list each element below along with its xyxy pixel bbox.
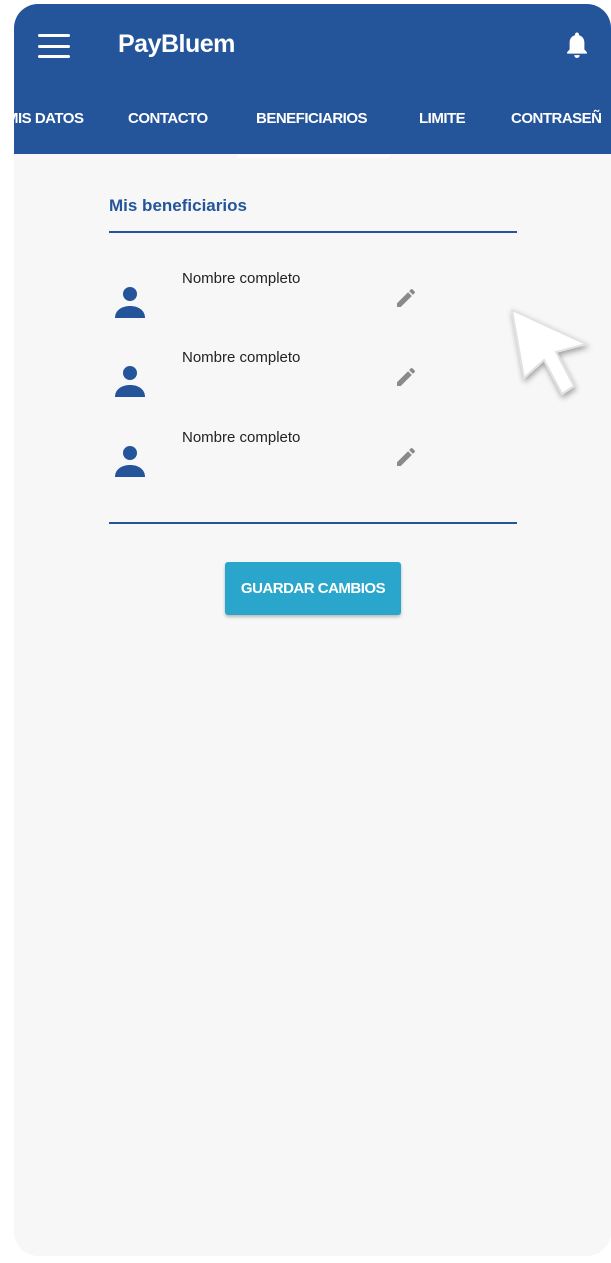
tab-beneficiarios[interactable]: BENEFICIARIOS [256,110,368,127]
beneficiary-row: Nombre completo [109,270,529,330]
tab-contrasena[interactable]: CONTRASEÑ [511,110,602,127]
pencil-icon[interactable] [394,286,418,310]
pointer-cursor [510,308,589,396]
section-title: Mis beneficiarios [109,196,247,215]
person-icon [115,446,145,477]
bell-icon[interactable] [562,30,592,62]
app-title: PayBluem [118,30,235,58]
person-icon [115,366,145,397]
beneficiary-row: Nombre completo [109,429,529,489]
app-screen: PayBluem MIS DATOS CONTACTO BENEFICIARIO… [14,4,611,1256]
tab-contacto[interactable]: CONTACTO [128,110,208,127]
person-icon [115,287,145,318]
pencil-icon[interactable] [394,445,418,469]
tab-limite[interactable]: LIMITE [419,110,466,127]
tab-bar: MIS DATOS CONTACTO BENEFICIARIOS LIMITE … [14,100,611,154]
beneficiary-name: Nombre completo [182,270,301,287]
app-header: PayBluem MIS DATOS CONTACTO BENEFICIARIO… [14,4,611,154]
beneficiary-name: Nombre completo [182,429,301,446]
pencil-icon[interactable] [394,365,418,389]
save-changes-button[interactable]: GUARDAR CAMBIOS [225,562,401,615]
tab-mis-datos[interactable]: MIS DATOS [14,110,84,127]
top-divider [109,231,517,233]
menu-icon[interactable] [38,34,70,58]
beneficiary-name: Nombre completo [182,349,301,366]
active-tab-indicator [238,155,389,158]
bottom-divider [109,522,517,524]
beneficiary-row: Nombre completo [109,349,529,409]
